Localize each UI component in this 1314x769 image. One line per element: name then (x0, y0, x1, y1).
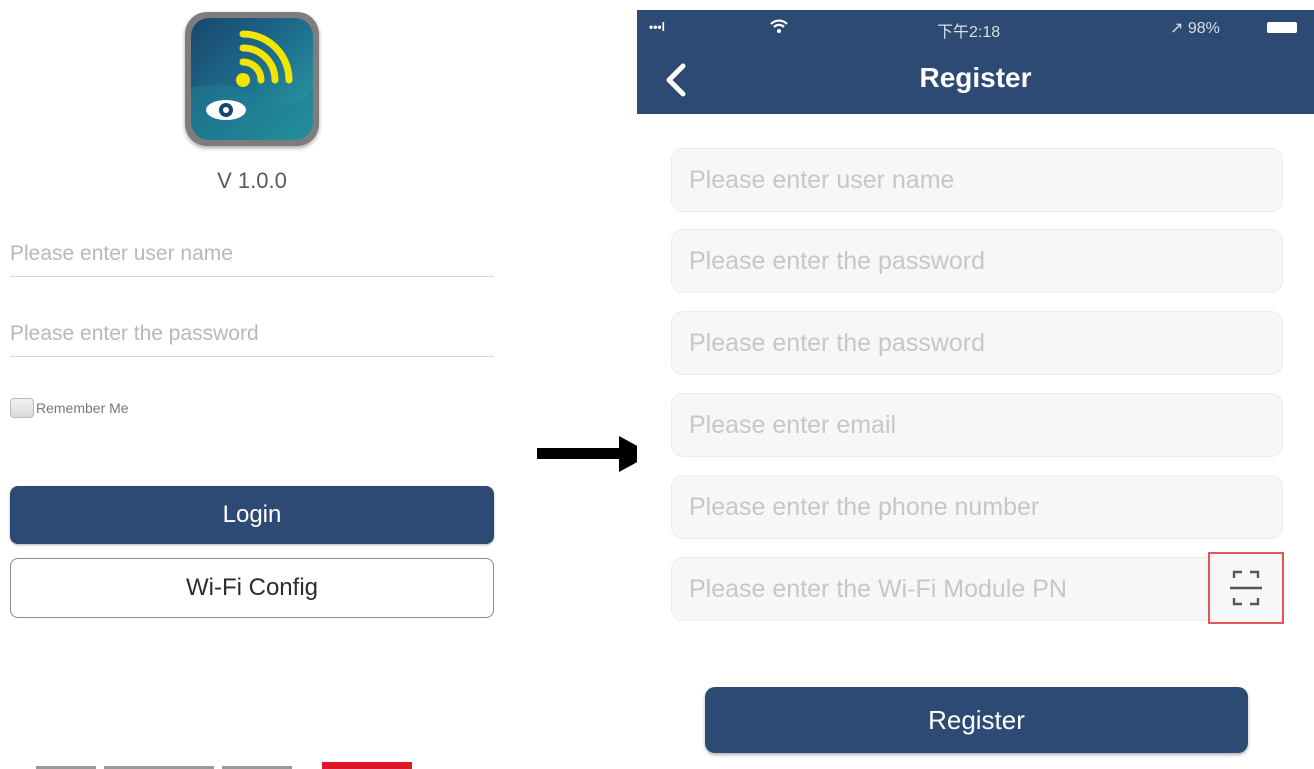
nav-bar: •••l 下午2:18 ↗ 98% Register (637, 10, 1314, 114)
register-phone-field[interactable] (671, 475, 1283, 539)
register-email-input[interactable] (672, 394, 1209, 456)
status-time: 下午2:18 (937, 24, 1001, 41)
login-password-input[interactable] (10, 312, 494, 356)
register-confirm-password-field[interactable] (671, 311, 1283, 375)
register-password-field[interactable] (671, 229, 1283, 293)
register-username-input[interactable] (672, 149, 1209, 211)
login-username-field[interactable] (10, 232, 494, 277)
right-arrow-icon (537, 436, 652, 472)
register-wifi-pn-input[interactable] (672, 558, 1209, 620)
remember-me[interactable]: Remember Me (10, 398, 129, 418)
remember-me-label: Remember Me (36, 400, 129, 416)
register-screen: •••l 下午2:18 ↗ 98% Register Please enter … (637, 10, 1314, 769)
footer-link-fragment[interactable] (322, 762, 412, 769)
register-phone-input[interactable] (672, 476, 1209, 538)
footer-text-fragment (36, 760, 304, 769)
register-wifi-pn-field[interactable] (671, 552, 1284, 624)
login-button[interactable]: Login (10, 486, 494, 544)
login-username-input[interactable] (10, 232, 494, 276)
register-email-field[interactable] (671, 393, 1283, 457)
qr-scan-button[interactable] (1208, 552, 1284, 624)
wifi-config-button[interactable]: Wi-Fi Config (10, 558, 494, 618)
register-username-field[interactable] (671, 148, 1283, 212)
battery-icon (1267, 22, 1297, 33)
app-logo-icon (185, 12, 319, 146)
register-button[interactable]: Register (705, 687, 1248, 753)
app-version: V 1.0.0 (217, 168, 287, 193)
register-password-input[interactable] (672, 230, 1209, 292)
wifi-status-icon (770, 19, 788, 33)
page-title: Register (919, 62, 1032, 93)
qr-scan-icon (1230, 570, 1262, 606)
register-confirm-password-input[interactable] (672, 312, 1209, 374)
login-password-field[interactable] (10, 312, 494, 357)
signal-indicator: •••l (649, 20, 665, 34)
remember-me-checkbox[interactable] (10, 398, 34, 418)
battery-percent: ↗ 98% (1170, 20, 1220, 37)
